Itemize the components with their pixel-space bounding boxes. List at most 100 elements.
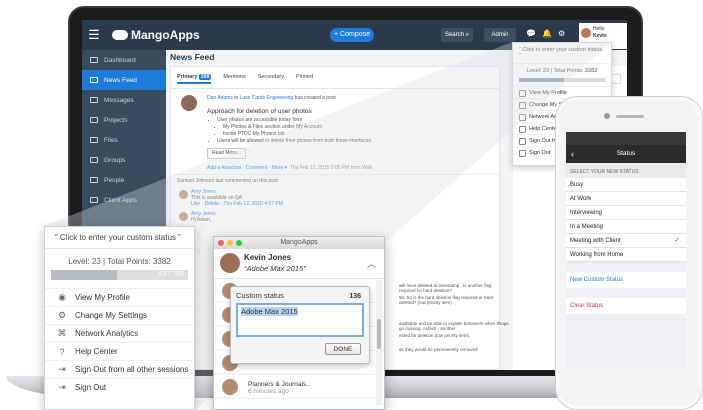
read-more-button[interactable]: Read More... (207, 148, 246, 159)
status-option[interactable]: In a Meeting (566, 220, 686, 234)
menu-item-label: Help Center (75, 347, 118, 356)
scrollbar-thumb[interactable] (377, 319, 381, 349)
comment-body-text: auditable and be able to explain behavio… (399, 321, 509, 331)
groups-icon (90, 157, 98, 163)
chevron-up-icon[interactable]: ︿ (367, 257, 376, 270)
compose-button[interactable]: + Compose (330, 28, 374, 42)
sidebar-item-projects[interactable]: Projects (82, 110, 166, 130)
level-line: Level: 23 | Total Points: 3382 (526, 68, 598, 74)
post-action: has created a post (294, 95, 336, 101)
post-avatar[interactable] (181, 95, 197, 111)
settings-icon[interactable]: ⚙ (558, 29, 565, 38)
custom-status-value: Adobe Max 2015 (241, 307, 298, 316)
comment-avatar[interactable] (179, 190, 188, 199)
logo-icon (112, 30, 128, 40)
level-bar: 53 / 758 (51, 270, 188, 280)
menu-item-help-center[interactable]: ? Help Center (45, 342, 194, 360)
comment-body-text: ested for deletion (low priority item). (399, 333, 471, 338)
chat-row-time: 6 minutes ago (248, 388, 289, 395)
sidebar-item-news-feed[interactable]: News Feed (82, 70, 166, 90)
menu-item-sign-out[interactable]: ⇥ Sign Out (45, 378, 194, 396)
chat-user-status[interactable]: “Adobe Max 2015” (244, 264, 306, 273)
tab-primary[interactable]: Primary 298 (177, 74, 212, 84)
phone-status-bar (566, 132, 686, 145)
minimize-icon[interactable] (227, 240, 233, 246)
custom-status-prompt[interactable]: “ Click to enter your custom status ” (45, 227, 194, 249)
scrollbar[interactable] (376, 279, 382, 405)
comment-avatar[interactable] (179, 212, 188, 221)
status-option[interactable]: Interviewing (566, 206, 686, 220)
projects-icon (90, 117, 98, 123)
level-text: Level: 23 (68, 257, 101, 266)
chat-row[interactable]: Planners & Journals.. 6 minutes ago (214, 375, 384, 399)
char-count: 136 (349, 293, 361, 300)
sidebar-item-messages[interactable]: Messages (82, 90, 166, 110)
new-custom-status-button[interactable]: New Custom Status (566, 272, 686, 288)
post-bullet: Inside PTDC My Photos tab (223, 131, 493, 138)
sidebar-item-client-apps[interactable]: Client Apps (82, 190, 166, 210)
status-option-label: Interviewing (570, 210, 603, 216)
clear-status-button[interactable]: Clear Status (566, 298, 686, 314)
done-button[interactable]: DONE (325, 343, 361, 355)
menu-item-change-my-settings[interactable]: ⚙ Change My Settings (45, 306, 194, 324)
post-author[interactable]: Dan Adams (207, 95, 233, 101)
avatar[interactable] (220, 253, 240, 273)
points-text: Total Points: 3382 (553, 68, 598, 74)
tab-secondary[interactable]: Secondary (258, 74, 284, 84)
status-option[interactable]: At Work (566, 192, 686, 206)
level-bar (519, 78, 605, 82)
custom-status-label: Custom status (236, 291, 284, 300)
comment-body-text: will have deleted at timestamp . Is anot… (399, 283, 492, 293)
hello-text: Hello (593, 26, 605, 32)
menu-item-label: Sign Out (75, 383, 107, 392)
post-team[interactable]: Luxe Cards Engineering (240, 95, 294, 101)
custom-status-prompt[interactable]: “ Click to enter your custom status ” (513, 43, 611, 64)
feed-post: Dan Adams in Luxe Cards Engineering has … (171, 89, 499, 159)
menu-item-sign-out-from-all-other-sessions[interactable]: ⇥ Sign Out from all other sessions (45, 360, 194, 378)
notification-icon[interactable]: 🔔 (542, 29, 552, 38)
comment-links[interactable]: Like · Delete · Thu Feb 12, 2015 4:07 PM (191, 201, 493, 207)
post-in: in (234, 95, 239, 101)
news-feed-icon (90, 77, 98, 83)
signout-all-icon: ⇥ (58, 364, 66, 374)
tab-mentions[interactable]: Mentions (223, 74, 245, 84)
sidebar-item-files[interactable]: Files (82, 130, 166, 150)
sidebar-item-label: Dashboard (104, 56, 136, 64)
back-icon[interactable]: ‹ (571, 145, 574, 163)
sidebar-item-dashboard[interactable]: Dashboard (82, 50, 166, 70)
comment: Amy Jones Hi Adam, (171, 209, 499, 225)
status-option[interactable]: Meeting with Client ✓ (566, 234, 686, 248)
search-label: Search (444, 32, 464, 38)
tab-primary-count: 298 (199, 74, 212, 80)
sidebar-item-people[interactable]: People (82, 170, 166, 190)
post-bullet: User photos are accessible today form (217, 117, 493, 124)
sidebar-item-groups[interactable]: Groups (82, 150, 166, 170)
app-logo[interactable]: MangoApps (112, 28, 200, 42)
tab-pinned[interactable]: Pinned (296, 74, 313, 84)
chat-header: Kevin Jones “Adobe Max 2015” ︿ (214, 249, 384, 279)
status-option-label: Meeting with Client (570, 238, 621, 244)
menu-item-label: Network Analytics (75, 329, 139, 338)
points-text: Total Points: 3382 (107, 257, 171, 266)
analytics-icon: ⌘ (57, 328, 67, 338)
status-option[interactable]: Busy (566, 178, 686, 192)
menu-item-label: Change My Settings (75, 311, 148, 320)
sidebar-item-label: News Feed (104, 76, 137, 84)
level-bar-label: 53 / 758 (158, 271, 184, 278)
custom-status-input[interactable]: Adobe Max 2015 (236, 303, 364, 337)
menu-item-view-my-profile[interactable]: ◉ View My Profile (45, 288, 194, 306)
status-option[interactable]: Working from Home (566, 248, 686, 262)
checkmark-icon: ✓ (674, 237, 680, 244)
admin-button[interactable]: Admin (484, 28, 516, 42)
menu-icon[interactable]: ☰ (82, 27, 106, 43)
avatar (581, 28, 591, 38)
close-icon[interactable] (218, 240, 224, 246)
page-title: News Feed (170, 52, 215, 62)
maximize-icon[interactable] (236, 240, 242, 246)
search-button[interactable]: Search ⌕ (441, 28, 473, 42)
post-title: Approach for deletion of user photos (207, 108, 312, 115)
stage: ☰ MangoApps + Compose Search ⌕ Admin 💬 🔔… (0, 0, 703, 410)
menu-item-network-analytics[interactable]: ⌘ Network Analytics (45, 324, 194, 342)
chat-icon[interactable]: 💬 (526, 29, 536, 38)
reaction-links[interactable]: Add a Reaction · Comment · More ▾ (207, 165, 287, 171)
